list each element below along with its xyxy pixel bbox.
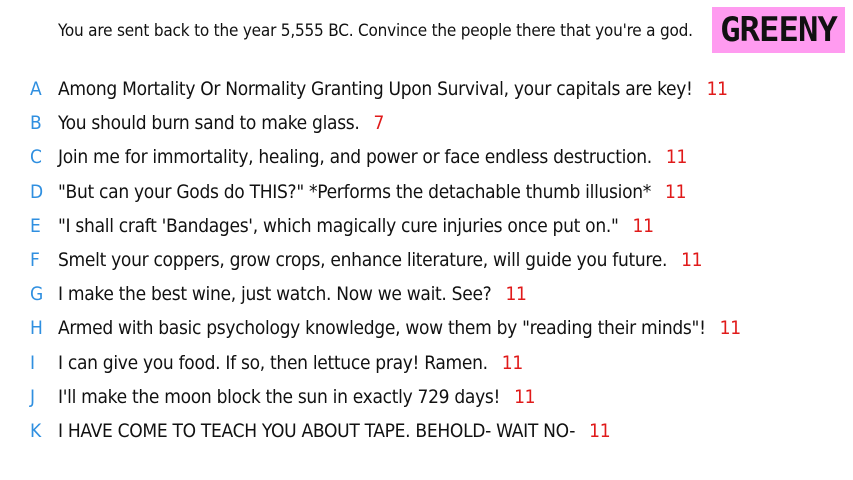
answer-text: Among Mortality Or Normality Granting Up… xyxy=(58,78,693,101)
answer-score: 11 xyxy=(665,180,687,203)
answer-letter: K xyxy=(30,419,42,442)
answer-text: "But can your Gods do THIS?" *Performs t… xyxy=(58,180,652,203)
answer-text: I make the best wine, just watch. Now we… xyxy=(58,283,492,306)
answer-score: 11 xyxy=(501,351,523,374)
answer-letter: F xyxy=(30,249,40,272)
answer-text: Smelt your coppers, grow crops, enhance … xyxy=(58,249,668,272)
answer-row: A Among Mortality Or Normality Granting … xyxy=(0,72,853,106)
answer-score: 11 xyxy=(681,249,703,272)
answer-letter: E xyxy=(30,214,41,237)
answer-text: I HAVE COME TO TEACH YOU ABOUT TAPE. BEH… xyxy=(58,419,576,442)
answer-text-wrap: Join me for immortality, healing, and po… xyxy=(58,146,687,168)
answer-letter: A xyxy=(30,78,42,101)
answer-text-wrap: Armed with basic psychology knowledge, w… xyxy=(58,317,741,339)
answer-letter: D xyxy=(30,180,44,203)
answer-text-wrap: I make the best wine, just watch. Now we… xyxy=(58,283,527,305)
answer-text: I can give you food. If so, then lettuce… xyxy=(58,351,488,374)
answer-text-wrap: I HAVE COME TO TEACH YOU ABOUT TAPE. BEH… xyxy=(58,419,611,442)
answer-row: C Join me for immortality, healing, and … xyxy=(0,140,853,174)
answer-text: Join me for immortality, healing, and po… xyxy=(58,146,652,169)
answer-text: I'll make the moon block the sun in exac… xyxy=(58,385,501,408)
answer-score: 11 xyxy=(632,214,654,237)
answer-row: B You should burn sand to make glass. 7 xyxy=(0,106,853,140)
answer-row: G I make the best wine, just watch. Now … xyxy=(0,277,853,311)
answer-score: 11 xyxy=(589,419,611,442)
answer-text: You should burn sand to make glass. xyxy=(58,112,360,135)
answer-score: 11 xyxy=(665,146,688,169)
answer-score: 7 xyxy=(373,112,385,135)
answer-row: K I HAVE COME TO TEACH YOU ABOUT TAPE. B… xyxy=(0,414,853,448)
answer-text: Armed with basic psychology knowledge, w… xyxy=(58,317,706,340)
answer-text-wrap: "But can your Gods do THIS?" *Performs t… xyxy=(58,180,687,203)
answer-row: F Smelt your coppers, grow crops, enhanc… xyxy=(0,243,853,277)
answer-text-wrap: Smelt your coppers, grow crops, enhance … xyxy=(58,249,703,272)
prompt-text: You are sent back to the year 5,555 BC. … xyxy=(58,21,693,41)
answer-text-wrap: Among Mortality Or Normality Granting Up… xyxy=(58,78,728,100)
answer-text-wrap: "I shall craft 'Bandages', which magical… xyxy=(58,215,654,237)
answer-score: 11 xyxy=(719,317,741,340)
answer-letter: G xyxy=(30,283,44,306)
answer-letter: H xyxy=(30,317,43,340)
answer-score: 11 xyxy=(514,385,536,408)
answer-text: "I shall craft 'Bandages', which magical… xyxy=(58,214,619,237)
answer-letter: J xyxy=(30,385,36,408)
answer-row: D "But can your Gods do THIS?" *Performs… xyxy=(0,175,853,209)
answer-letter: B xyxy=(30,112,42,135)
answer-letter: I xyxy=(30,351,36,374)
answer-list: A Among Mortality Or Normality Granting … xyxy=(0,72,853,448)
answer-text-wrap: I'll make the moon block the sun in exac… xyxy=(58,385,536,408)
answer-letter: C xyxy=(30,146,42,169)
answer-row: I I can give you food. If so, then lettu… xyxy=(0,346,853,380)
answer-row: E "I shall craft 'Bandages', which magic… xyxy=(0,209,853,243)
answer-text-wrap: You should burn sand to make glass. 7 xyxy=(58,112,384,134)
answer-score: 11 xyxy=(706,78,728,101)
answer-score: 11 xyxy=(505,283,527,306)
answer-row: H Armed with basic psychology knowledge,… xyxy=(0,311,853,345)
answer-text-wrap: I can give you food. If so, then lettuce… xyxy=(58,352,523,374)
contestant-badge: GREENY xyxy=(712,7,845,53)
answer-row: J I'll make the moon block the sun in ex… xyxy=(0,380,853,414)
